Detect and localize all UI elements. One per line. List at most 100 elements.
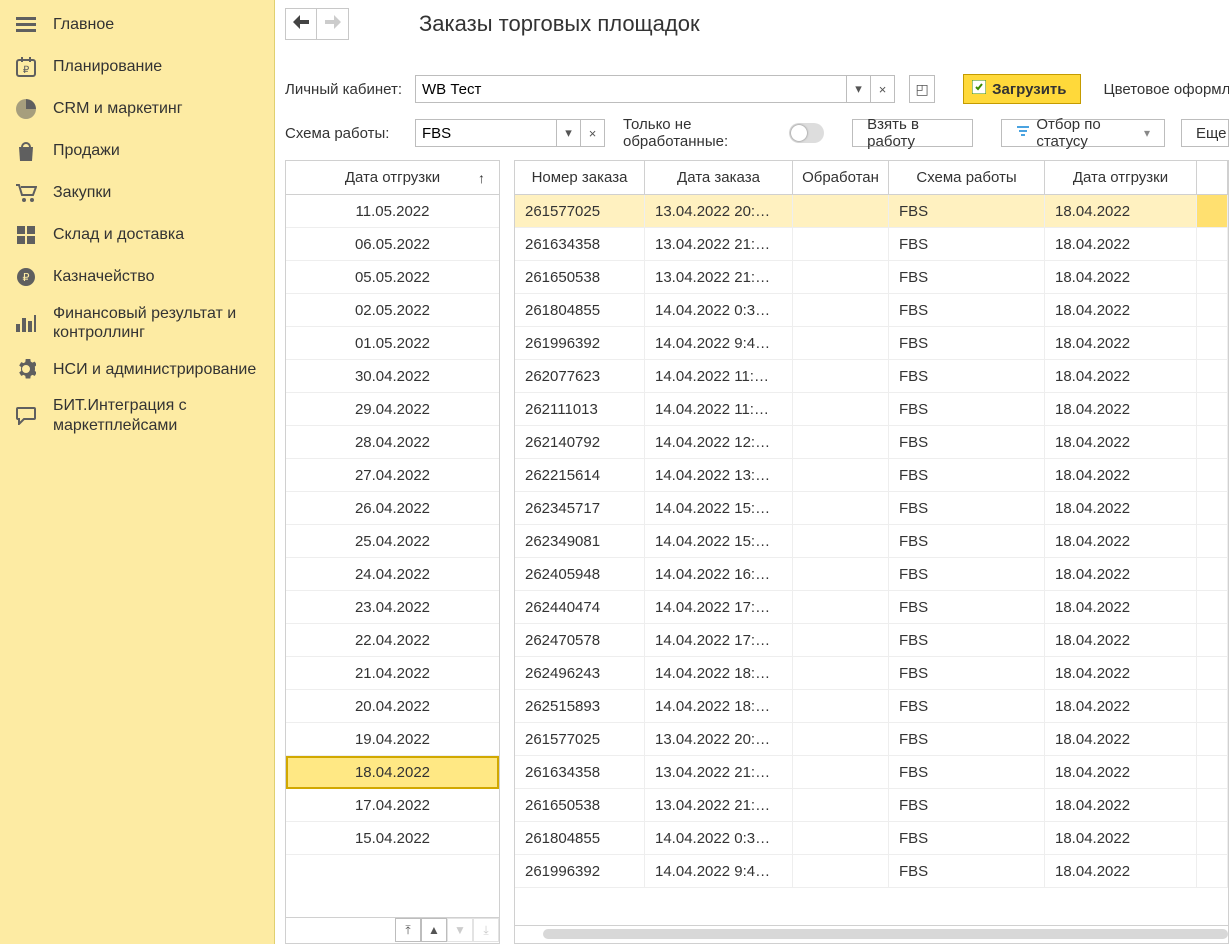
table-row[interactable]: 26180485514.04.2022 0:3…FBS18.04.2022	[515, 294, 1228, 327]
cell-ship-date: 18.04.2022	[1045, 492, 1197, 524]
cabinet-input[interactable]	[416, 76, 846, 102]
date-row[interactable]: 23.04.2022	[286, 591, 499, 624]
load-button[interactable]: Загрузить	[963, 74, 1081, 104]
table-row[interactable]: 26199639214.04.2022 9:4…FBS18.04.2022	[515, 855, 1228, 888]
sidebar-item-0[interactable]: Главное	[0, 4, 274, 46]
date-row[interactable]: 21.04.2022	[286, 657, 499, 690]
page-last-button[interactable]: ⤓	[473, 918, 499, 942]
table-row[interactable]: 26249624314.04.2022 18:…FBS18.04.2022	[515, 657, 1228, 690]
page-first-button[interactable]: ⤒	[395, 918, 421, 942]
table-row[interactable]: 26163435813.04.2022 21:…FBS18.04.2022	[515, 756, 1228, 789]
date-row[interactable]: 26.04.2022	[286, 492, 499, 525]
col-order-date[interactable]: Дата заказа	[645, 161, 793, 194]
table-row[interactable]: 26199639214.04.2022 9:4…FBS18.04.2022	[515, 327, 1228, 360]
sidebar-item-2[interactable]: CRM и маркетинг	[0, 88, 274, 130]
date-row[interactable]: 19.04.2022	[286, 723, 499, 756]
sidebar-item-1[interactable]: ₽Планирование	[0, 46, 274, 88]
cell-scheme: FBS	[889, 294, 1045, 326]
nav-forward-button[interactable]	[317, 8, 349, 40]
svg-text:₽: ₽	[23, 272, 30, 284]
table-row[interactable]: 26251589314.04.2022 18:…FBS18.04.2022	[515, 690, 1228, 723]
dates-header[interactable]: Дата отгрузки ↑	[286, 161, 499, 195]
funnel-icon	[1016, 124, 1030, 142]
cell-tail	[1197, 690, 1228, 722]
cell-processed	[793, 624, 889, 656]
date-row[interactable]: 01.05.2022	[286, 327, 499, 360]
col-processed[interactable]: Обработан	[793, 161, 889, 194]
date-row[interactable]: 27.04.2022	[286, 459, 499, 492]
col-order-number[interactable]: Номер заказа	[515, 161, 645, 194]
sidebar-item-8[interactable]: НСИ и администрирование	[0, 348, 274, 390]
cell-processed	[793, 393, 889, 425]
col-ship-date[interactable]: Дата отгрузки	[1045, 161, 1197, 194]
date-row[interactable]: 18.04.2022	[286, 756, 499, 789]
table-row[interactable]: 26234571714.04.2022 15:…FBS18.04.2022	[515, 492, 1228, 525]
cabinet-open-button[interactable]: ◰	[909, 75, 935, 103]
table-row[interactable]: 26165053813.04.2022 21:…FBS18.04.2022	[515, 261, 1228, 294]
scheme-clear-button[interactable]: ×	[580, 120, 604, 146]
sidebar-item-3[interactable]: Продажи	[0, 130, 274, 172]
sidebar-item-7[interactable]: Финансовый результат и контроллинг	[0, 298, 274, 348]
nav-back-button[interactable]	[285, 8, 317, 40]
take-to-work-button[interactable]: Взять в работу	[852, 119, 973, 147]
orders-scrollbar[interactable]	[515, 925, 1228, 943]
date-row[interactable]: 11.05.2022	[286, 195, 499, 228]
scheme-combo[interactable]: ▾ ×	[415, 119, 605, 147]
table-row[interactable]: 26221561414.04.2022 13:…FBS18.04.2022	[515, 459, 1228, 492]
date-row[interactable]: 30.04.2022	[286, 360, 499, 393]
cell-order-date: 13.04.2022 21:…	[645, 756, 793, 788]
sidebar-item-4[interactable]: Закупки	[0, 172, 274, 214]
date-row[interactable]: 02.05.2022	[286, 294, 499, 327]
cabinet-dropdown-button[interactable]: ▾	[846, 76, 870, 102]
date-row[interactable]: 24.04.2022	[286, 558, 499, 591]
svg-text:₽: ₽	[23, 65, 30, 76]
chevron-down-icon: ▾	[855, 81, 862, 97]
table-row[interactable]: 26211101314.04.2022 11:…FBS18.04.2022	[515, 393, 1228, 426]
page-up-button[interactable]: ▲	[421, 918, 447, 942]
date-row[interactable]: 17.04.2022	[286, 789, 499, 822]
orders-panel: Номер заказа Дата заказа Обработан Схема…	[514, 160, 1229, 944]
date-row[interactable]: 22.04.2022	[286, 624, 499, 657]
page-down-button[interactable]: ▼	[447, 918, 473, 942]
table-row[interactable]: 26157702513.04.2022 20:…FBS18.04.2022	[515, 723, 1228, 756]
cell-ship-date: 18.04.2022	[1045, 657, 1197, 689]
cabinet-clear-button[interactable]: ×	[870, 76, 894, 102]
date-row[interactable]: 06.05.2022	[286, 228, 499, 261]
scheme-dropdown-button[interactable]: ▾	[556, 120, 580, 146]
sidebar-item-9[interactable]: БИТ.Интеграция с маркетплейсами	[0, 390, 274, 440]
table-row[interactable]: 26157702513.04.2022 20:…FBS18.04.2022	[515, 195, 1228, 228]
col-scheme[interactable]: Схема работы	[889, 161, 1045, 194]
cell-processed	[793, 360, 889, 392]
table-row[interactable]: 26207762314.04.2022 11:…FBS18.04.2022	[515, 360, 1228, 393]
table-row[interactable]: 26240594814.04.2022 16:…FBS18.04.2022	[515, 558, 1228, 591]
date-row[interactable]: 05.05.2022	[286, 261, 499, 294]
date-row[interactable]: 29.04.2022	[286, 393, 499, 426]
cell-processed	[793, 492, 889, 524]
table-row[interactable]: 26234908114.04.2022 15:…FBS18.04.2022	[515, 525, 1228, 558]
date-row[interactable]: 25.04.2022	[286, 525, 499, 558]
cell-processed	[793, 591, 889, 623]
cell-tail	[1197, 558, 1228, 590]
scheme-input[interactable]	[416, 120, 556, 146]
table-row[interactable]: 26244047414.04.2022 17:…FBS18.04.2022	[515, 591, 1228, 624]
filter-by-status-button[interactable]: Отбор по статусу ▾	[1001, 119, 1165, 147]
cell-scheme: FBS	[889, 723, 1045, 755]
scrollbar-thumb[interactable]	[543, 929, 1228, 939]
cell-tail	[1197, 459, 1228, 491]
table-row[interactable]: 26180485514.04.2022 0:3…FBS18.04.2022	[515, 822, 1228, 855]
arrow-left-icon	[293, 15, 309, 33]
table-row[interactable]: 26163435813.04.2022 21:…FBS18.04.2022	[515, 228, 1228, 261]
dates-list[interactable]: 11.05.202206.05.202205.05.202202.05.2022…	[286, 195, 499, 917]
cabinet-combo[interactable]: ▾ ×	[415, 75, 895, 103]
table-row[interactable]: 26214079214.04.2022 12:…FBS18.04.2022	[515, 426, 1228, 459]
table-row[interactable]: 26247057814.04.2022 17:…FBS18.04.2022	[515, 624, 1228, 657]
more-button[interactable]: Еще	[1181, 119, 1229, 147]
cell-processed	[793, 756, 889, 788]
sidebar-item-5[interactable]: Склад и доставка	[0, 214, 274, 256]
date-row[interactable]: 28.04.2022	[286, 426, 499, 459]
date-row[interactable]: 15.04.2022	[286, 822, 499, 855]
table-row[interactable]: 26165053813.04.2022 21:…FBS18.04.2022	[515, 789, 1228, 822]
only-unprocessed-toggle[interactable]	[789, 123, 824, 143]
date-row[interactable]: 20.04.2022	[286, 690, 499, 723]
sidebar-item-6[interactable]: ₽Казначейство	[0, 256, 274, 298]
